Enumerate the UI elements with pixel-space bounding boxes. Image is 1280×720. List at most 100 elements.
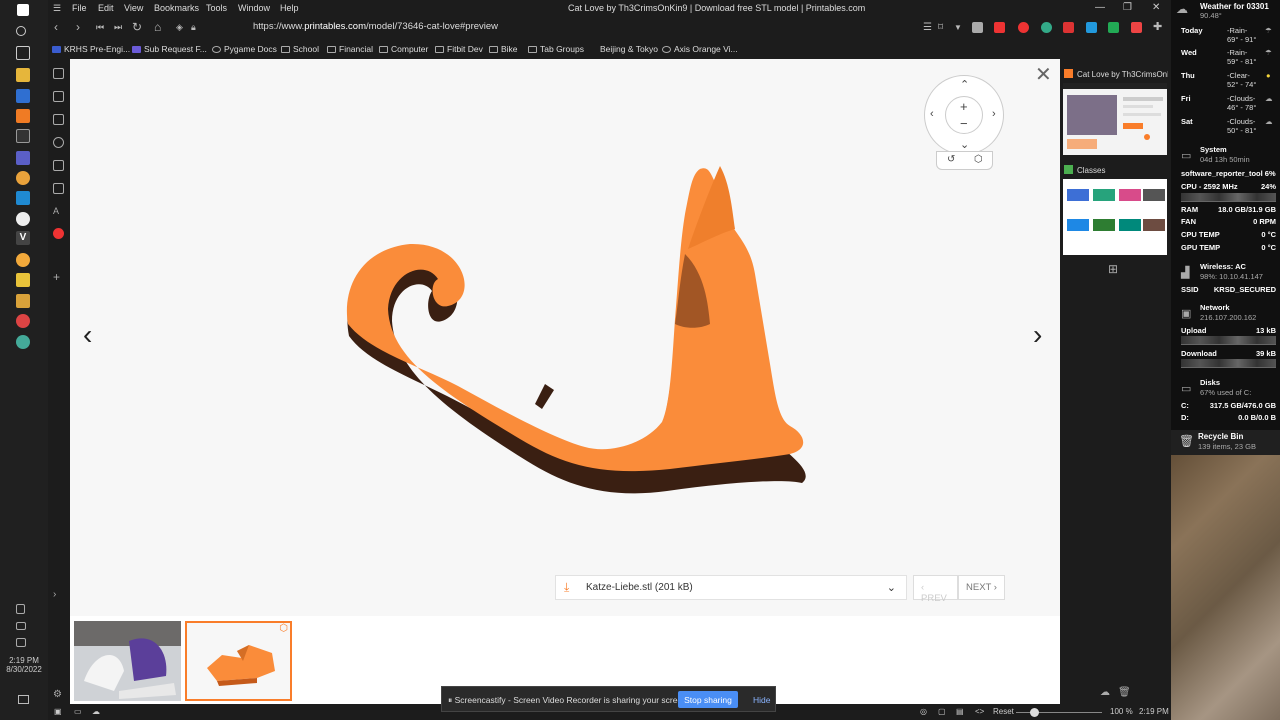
bookmarks-panel-icon[interactable] — [53, 68, 64, 79]
add-panel-icon[interactable]: + — [53, 271, 64, 283]
tab-preview-title[interactable]: Classes — [1064, 165, 1168, 175]
cube-view-icon[interactable]: ⬡ — [974, 154, 983, 165]
teams-icon[interactable] — [16, 151, 30, 165]
reset-view-icon[interactable]: ↺ — [947, 154, 955, 165]
extensions-puzzle-icon[interactable]: ✚ — [1153, 20, 1162, 33]
bookmark-folder[interactable]: School — [281, 44, 319, 54]
thumbnail-3d-model[interactable]: ⬡ — [185, 621, 292, 701]
chrome-icon[interactable] — [16, 314, 30, 328]
vscode-icon[interactable] — [16, 191, 30, 205]
task-view-icon[interactable] — [16, 46, 30, 60]
bookmark-item[interactable]: Axis Orange Vi... — [662, 44, 738, 54]
tiling-icon[interactable]: ▭ — [74, 707, 82, 716]
zoom-slider-handle[interactable] — [1030, 708, 1039, 717]
stop-sharing-button[interactable]: Stop sharing — [678, 691, 738, 708]
battery-icon[interactable] — [16, 622, 26, 630]
previous-image-icon[interactable]: ‹ — [83, 319, 92, 351]
bookmark-item[interactable]: Beijing & Tokyo — [600, 44, 658, 54]
reading-list-icon[interactable] — [53, 91, 64, 102]
thumbnail-photo[interactable] — [74, 621, 181, 701]
mic-icon[interactable] — [16, 604, 25, 614]
browser-menu-icon[interactable]: ☰ — [53, 3, 61, 14]
chevron-down-icon[interactable]: ⌄ — [887, 581, 896, 594]
tile-icon[interactable]: ▢ — [938, 707, 946, 716]
panel-toggle-icon[interactable]: ▣ — [54, 707, 62, 716]
address-bar[interactable]: https://www.printables.com/model/73646-c… — [253, 21, 498, 32]
notes-icon[interactable] — [53, 160, 64, 171]
extension-dollar-icon[interactable] — [1108, 22, 1119, 33]
cloud-sync-icon[interactable]: ☁ — [92, 707, 100, 716]
download-icon[interactable]: ⤓ — [564, 580, 569, 595]
notification-icon[interactable] — [18, 695, 29, 704]
vivaldi-panel-icon[interactable] — [53, 228, 64, 239]
menu-file[interactable]: File — [72, 3, 87, 13]
orbit-control[interactable]: ⌃ ⌄ ‹ › + − — [924, 75, 1004, 155]
menu-window[interactable]: Window — [238, 3, 270, 13]
forward-icon[interactable]: › — [76, 20, 80, 34]
menu-edit[interactable]: Edit — [98, 3, 114, 13]
windows-start-icon[interactable] — [17, 4, 29, 16]
add-tab-icon[interactable]: ⊞ — [1108, 262, 1118, 276]
pan-left-icon[interactable]: ‹ — [930, 108, 934, 120]
bookmark-folder[interactable]: Fitbit Dev — [435, 44, 483, 54]
app-yellow-icon[interactable] — [16, 273, 30, 287]
menu-view[interactable]: View — [124, 3, 143, 13]
fastforward-icon[interactable]: ⏭ — [114, 22, 122, 33]
adblock-icon[interactable] — [994, 22, 1005, 33]
chrome-alt-icon[interactable] — [16, 335, 30, 349]
bookmark-item[interactable]: Sub Request F... — [132, 44, 207, 54]
restore-icon[interactable]: ❐ — [1123, 2, 1132, 13]
hide-button[interactable]: Hide — [753, 695, 770, 705]
bookmark-item[interactable]: KRHS Pre-Engi... — [52, 44, 130, 54]
search-icon[interactable] — [16, 26, 26, 36]
reset-zoom[interactable]: Reset — [993, 707, 1014, 716]
menu-bookmarks[interactable]: Bookmarks — [154, 3, 199, 13]
extension-red-icon[interactable] — [1063, 22, 1074, 33]
zoom-in-icon[interactable]: + — [960, 99, 968, 114]
extension-green-icon[interactable] — [1041, 22, 1052, 33]
dropdown-icon[interactable]: ▼ — [954, 23, 962, 32]
tab-preview-printables[interactable] — [1063, 83, 1167, 155]
screencastify-icon[interactable] — [1131, 22, 1142, 33]
terminal-icon[interactable] — [16, 129, 30, 143]
pan-up-icon[interactable]: ⌃ — [960, 78, 969, 91]
reload-icon[interactable]: ↻ — [132, 20, 142, 34]
translate-icon[interactable]: A — [53, 206, 64, 217]
shield-icon[interactable]: ◈ — [176, 22, 183, 33]
close-window-icon[interactable]: ✕ — [1152, 2, 1160, 13]
zoom-slider[interactable] — [1016, 712, 1102, 713]
next-image-icon[interactable]: › — [1033, 319, 1042, 351]
menu-tools[interactable]: Tools — [206, 3, 227, 13]
next-button[interactable]: NEXT › — [958, 575, 1005, 600]
pan-down-icon[interactable]: ⌄ — [960, 138, 969, 151]
bookmark-folder[interactable]: Tab Groups — [528, 44, 584, 54]
app-orange-icon[interactable] — [16, 109, 30, 123]
settings-gear-icon[interactable]: ⚙ — [53, 689, 64, 700]
taskbar-clock[interactable]: 2:19 PM 8/30/2022 — [0, 656, 48, 674]
bookmark-folder[interactable]: Computer — [379, 44, 428, 54]
file-selector[interactable]: ⤓ Katze-Liebe.stl (201 kB) ⌄ — [555, 575, 907, 600]
back-icon[interactable]: ‹ — [54, 20, 58, 34]
file-explorer-icon[interactable] — [16, 68, 30, 82]
app-gold-icon[interactable] — [16, 294, 30, 308]
code-icon[interactable]: <> — [975, 707, 984, 716]
capture-icon[interactable]: ◎ — [920, 707, 927, 716]
home-icon[interactable]: ⌂ — [154, 20, 161, 34]
menu-help[interactable]: Help — [280, 3, 299, 13]
bookmark-page-icon[interactable]: ⌑ — [938, 22, 943, 33]
bookmark-folder[interactable]: Financial — [327, 44, 373, 54]
tab-preview-classes[interactable] — [1063, 179, 1167, 255]
pan-right-icon[interactable]: › — [992, 108, 996, 120]
bookmark-item[interactable]: Pygame Docs — [212, 44, 277, 54]
history-icon[interactable] — [53, 137, 64, 148]
extension-icon[interactable] — [972, 22, 983, 33]
word-icon[interactable] — [16, 89, 30, 103]
app-circle-icon[interactable] — [16, 171, 30, 185]
trash-icon[interactable]: 🗑︎ — [1118, 687, 1131, 698]
app-white-icon[interactable] — [16, 212, 30, 226]
reader-icon[interactable]: ☰ — [923, 22, 932, 33]
rewind-icon[interactable]: ⏮ — [96, 22, 104, 33]
pinterest-icon[interactable] — [1018, 22, 1029, 33]
bookmark-folder[interactable]: Bike — [489, 44, 518, 54]
close-viewer-icon[interactable]: ✕ — [1035, 65, 1052, 85]
